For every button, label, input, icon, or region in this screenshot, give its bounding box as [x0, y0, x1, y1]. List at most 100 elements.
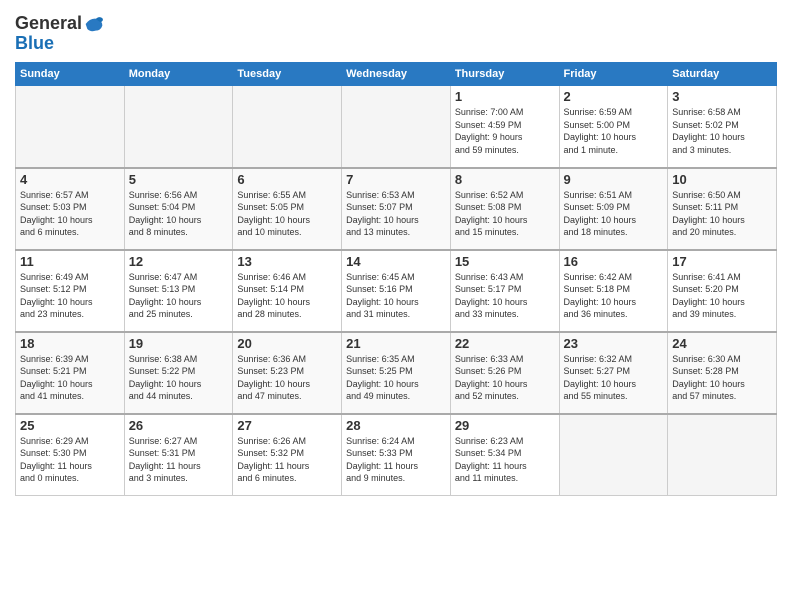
calendar-cell: 20 Sunrise: 6:36 AM Sunset: 5:23 PM Dayli… — [233, 332, 342, 414]
day-number: 28 — [346, 418, 446, 433]
week-row-5: 25Sunrise: 6:29 AM Sunset: 5:30 PM Dayli… — [16, 414, 777, 496]
day-info: Sunrise: 6:47 AM Sunset: 5:13 PM Dayligh… — [129, 271, 229, 321]
calendar-cell: 5Sunrise: 6:56 AM Sunset: 5:04 PM Daylig… — [124, 168, 233, 250]
col-header-monday: Monday — [124, 63, 233, 86]
day-number: 26 — [129, 418, 229, 433]
day-number: 16 — [564, 254, 664, 269]
calendar-cell: 7 Sunrise: 6:53 AM Sunset: 5:07 PM Daylig… — [342, 168, 451, 250]
calendar-cell: 26 Sunrise: 6:27 AM Sunset: 5:31 PM Dayli… — [124, 414, 233, 496]
day-info: Sunrise: 6:57 AM Sunset: 5:03 PM Dayligh… — [20, 189, 120, 239]
calendar-cell: 27Sunrise: 6:26 AM Sunset: 5:32 PM Dayli… — [233, 414, 342, 496]
day-info: Sunrise: 6:38 AM Sunset: 5:22 PM Dayligh… — [129, 353, 229, 403]
day-number: 10 — [672, 172, 772, 187]
calendar-cell: 3 Sunrise: 6:58 AM Sunset: 5:02 PM Daylig… — [668, 86, 777, 168]
calendar-cell: 10 Sunrise: 6:50 AM Sunset: 5:11 PM Dayli… — [668, 168, 777, 250]
calendar-cell: 9 Sunrise: 6:51 AM Sunset: 5:09 PM Daylig… — [559, 168, 668, 250]
calendar-cell — [342, 86, 451, 168]
day-info: Sunrise: 6:36 AM Sunset: 5:23 PM Dayligh… — [237, 353, 337, 403]
day-info: Sunrise: 6:43 AM Sunset: 5:17 PM Dayligh… — [455, 271, 555, 321]
week-row-2: 4 Sunrise: 6:57 AM Sunset: 5:03 PM Daylig… — [16, 168, 777, 250]
day-number: 29 — [455, 418, 555, 433]
calendar-cell — [668, 414, 777, 496]
day-number: 11 — [20, 254, 120, 269]
day-info: Sunrise: 6:52 AM Sunset: 5:08 PM Dayligh… — [455, 189, 555, 239]
calendar-cell: 18Sunrise: 6:39 AM Sunset: 5:21 PM Dayli… — [16, 332, 125, 414]
calendar-cell: 25Sunrise: 6:29 AM Sunset: 5:30 PM Dayli… — [16, 414, 125, 496]
col-header-friday: Friday — [559, 63, 668, 86]
calendar-cell: 11 Sunrise: 6:49 AM Sunset: 5:12 PM Dayli… — [16, 250, 125, 332]
calendar-table: SundayMondayTuesdayWednesdayThursdayFrid… — [15, 62, 777, 496]
day-number: 4 — [20, 172, 120, 187]
day-number: 3 — [672, 89, 772, 104]
calendar-cell: 17Sunrise: 6:41 AM Sunset: 5:20 PM Dayli… — [668, 250, 777, 332]
col-header-wednesday: Wednesday — [342, 63, 451, 86]
day-number: 7 — [346, 172, 446, 187]
calendar-cell: 13 Sunrise: 6:46 AM Sunset: 5:14 PM Dayli… — [233, 250, 342, 332]
day-number: 14 — [346, 254, 446, 269]
day-info: Sunrise: 6:30 AM Sunset: 5:28 PM Dayligh… — [672, 353, 772, 403]
day-number: 12 — [129, 254, 229, 269]
day-info: Sunrise: 6:50 AM Sunset: 5:11 PM Dayligh… — [672, 189, 772, 239]
day-info: Sunrise: 6:39 AM Sunset: 5:21 PM Dayligh… — [20, 353, 120, 403]
calendar-cell: 24 Sunrise: 6:30 AM Sunset: 5:28 PM Dayli… — [668, 332, 777, 414]
calendar-cell: 21Sunrise: 6:35 AM Sunset: 5:25 PM Dayli… — [342, 332, 451, 414]
calendar-cell: 16 Sunrise: 6:42 AM Sunset: 5:18 PM Dayli… — [559, 250, 668, 332]
day-number: 2 — [564, 89, 664, 104]
logo-icon — [84, 14, 104, 34]
day-number: 15 — [455, 254, 555, 269]
week-row-3: 11 Sunrise: 6:49 AM Sunset: 5:12 PM Dayli… — [16, 250, 777, 332]
day-number: 8 — [455, 172, 555, 187]
calendar-cell: 2 Sunrise: 6:59 AM Sunset: 5:00 PM Daylig… — [559, 86, 668, 168]
logo-text-blue: Blue — [15, 33, 54, 53]
logo: General Blue — [15, 14, 104, 54]
day-info: Sunrise: 6:49 AM Sunset: 5:12 PM Dayligh… — [20, 271, 120, 321]
calendar-cell: 1 Sunrise: 7:00 AM Sunset: 4:59 PM Daylig… — [450, 86, 559, 168]
day-info: Sunrise: 6:46 AM Sunset: 5:14 PM Dayligh… — [237, 271, 337, 321]
day-info: Sunrise: 6:23 AM Sunset: 5:34 PM Dayligh… — [455, 435, 555, 485]
calendar-cell: 19 Sunrise: 6:38 AM Sunset: 5:22 PM Dayli… — [124, 332, 233, 414]
day-info: Sunrise: 6:29 AM Sunset: 5:30 PM Dayligh… — [20, 435, 120, 485]
week-row-1: 1 Sunrise: 7:00 AM Sunset: 4:59 PM Daylig… — [16, 86, 777, 168]
header-row: SundayMondayTuesdayWednesdayThursdayFrid… — [16, 63, 777, 86]
calendar-cell: 4 Sunrise: 6:57 AM Sunset: 5:03 PM Daylig… — [16, 168, 125, 250]
calendar-cell: 8 Sunrise: 6:52 AM Sunset: 5:08 PM Daylig… — [450, 168, 559, 250]
day-info: Sunrise: 6:59 AM Sunset: 5:00 PM Dayligh… — [564, 106, 664, 156]
day-info: Sunrise: 6:42 AM Sunset: 5:18 PM Dayligh… — [564, 271, 664, 321]
day-number: 20 — [237, 336, 337, 351]
logo-text-general: General — [15, 14, 82, 34]
calendar-cell: 12 Sunrise: 6:47 AM Sunset: 5:13 PM Dayli… — [124, 250, 233, 332]
day-info: Sunrise: 6:53 AM Sunset: 5:07 PM Dayligh… — [346, 189, 446, 239]
calendar-cell — [124, 86, 233, 168]
day-number: 5 — [129, 172, 229, 187]
day-info: Sunrise: 6:58 AM Sunset: 5:02 PM Dayligh… — [672, 106, 772, 156]
day-number: 13 — [237, 254, 337, 269]
calendar-cell — [16, 86, 125, 168]
calendar-cell: 15 Sunrise: 6:43 AM Sunset: 5:17 PM Dayli… — [450, 250, 559, 332]
day-info: Sunrise: 6:55 AM Sunset: 5:05 PM Dayligh… — [237, 189, 337, 239]
calendar-cell: 14 Sunrise: 6:45 AM Sunset: 5:16 PM Dayli… — [342, 250, 451, 332]
day-number: 9 — [564, 172, 664, 187]
day-info: Sunrise: 7:00 AM Sunset: 4:59 PM Dayligh… — [455, 106, 555, 156]
col-header-thursday: Thursday — [450, 63, 559, 86]
day-number: 22 — [455, 336, 555, 351]
day-number: 1 — [455, 89, 555, 104]
col-header-sunday: Sunday — [16, 63, 125, 86]
col-header-saturday: Saturday — [668, 63, 777, 86]
day-info: Sunrise: 6:51 AM Sunset: 5:09 PM Dayligh… — [564, 189, 664, 239]
calendar-cell — [233, 86, 342, 168]
header: General Blue — [15, 10, 777, 54]
calendar-cell: 28Sunrise: 6:24 AM Sunset: 5:33 PM Dayli… — [342, 414, 451, 496]
day-info: Sunrise: 6:26 AM Sunset: 5:32 PM Dayligh… — [237, 435, 337, 485]
day-info: Sunrise: 6:27 AM Sunset: 5:31 PM Dayligh… — [129, 435, 229, 485]
week-row-4: 18Sunrise: 6:39 AM Sunset: 5:21 PM Dayli… — [16, 332, 777, 414]
calendar-cell: 29 Sunrise: 6:23 AM Sunset: 5:34 PM Dayli… — [450, 414, 559, 496]
day-number: 24 — [672, 336, 772, 351]
day-number: 19 — [129, 336, 229, 351]
day-info: Sunrise: 6:32 AM Sunset: 5:27 PM Dayligh… — [564, 353, 664, 403]
calendar-cell: 6Sunrise: 6:55 AM Sunset: 5:05 PM Daylig… — [233, 168, 342, 250]
page-container: General Blue SundayMondayTuesdayWednesda… — [0, 0, 792, 501]
calendar-cell — [559, 414, 668, 496]
day-info: Sunrise: 6:45 AM Sunset: 5:16 PM Dayligh… — [346, 271, 446, 321]
calendar-cell: 22Sunrise: 6:33 AM Sunset: 5:26 PM Dayli… — [450, 332, 559, 414]
col-header-tuesday: Tuesday — [233, 63, 342, 86]
